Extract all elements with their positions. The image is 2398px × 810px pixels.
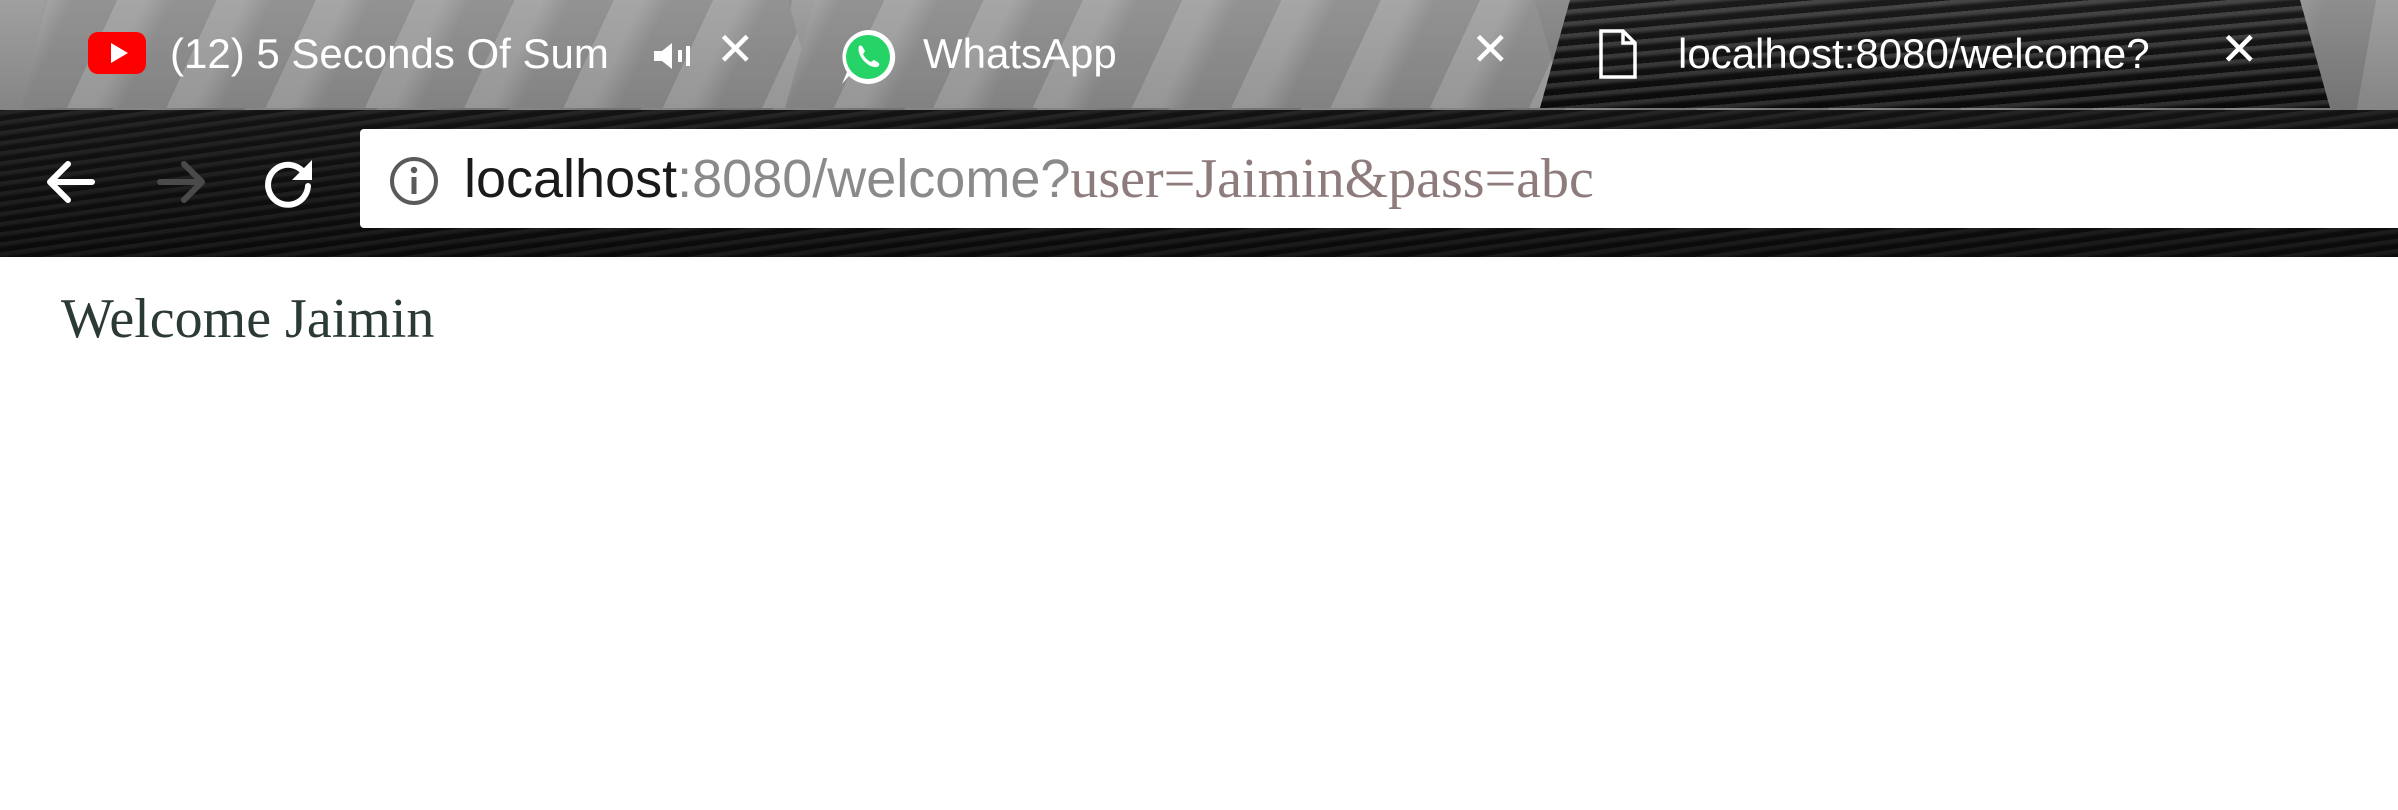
- url-text[interactable]: localhost:8080/welcome?user=Jaimin&pass=…: [464, 147, 1594, 211]
- whatsapp-icon: [837, 26, 899, 93]
- forward-arrow-icon[interactable]: [152, 152, 212, 212]
- youtube-icon: [88, 32, 146, 79]
- url-path: :8080/welcome?: [677, 149, 1071, 209]
- tab-close-localhost[interactable]: ✕: [2220, 24, 2259, 74]
- page-content: Welcome Jaimin: [0, 257, 2398, 810]
- tab-whatsapp[interactable]: WhatsApp ✕: [785, 0, 1565, 108]
- speaker-icon[interactable]: [652, 40, 696, 77]
- page-icon: [1598, 28, 1638, 85]
- reload-icon[interactable]: [258, 152, 318, 212]
- tab-title-youtube: (12) 5 Seconds Of Sum: [170, 30, 609, 77]
- info-icon[interactable]: [388, 155, 440, 212]
- welcome-message: Welcome Jaimin: [61, 288, 435, 350]
- url-query: user=Jaimin&pass=abc: [1070, 148, 1594, 210]
- browser-chrome: (12) 5 Seconds Of Sum ✕ WhatsApp ✕ local…: [0, 0, 2398, 257]
- tab-close-whatsapp[interactable]: ✕: [1471, 24, 1510, 74]
- tab-youtube[interactable]: (12) 5 Seconds Of Sum ✕: [18, 0, 818, 108]
- tab-close-youtube[interactable]: ✕: [716, 24, 755, 74]
- url-host: localhost: [464, 149, 678, 209]
- address-bar[interactable]: localhost:8080/welcome?user=Jaimin&pass=…: [360, 129, 2398, 228]
- toolbar: localhost:8080/welcome?user=Jaimin&pass=…: [0, 112, 2398, 257]
- tab-title-localhost: localhost:8080/welcome?: [1678, 30, 2150, 77]
- tab-strip: (12) 5 Seconds Of Sum ✕ WhatsApp ✕ local…: [0, 0, 2398, 110]
- back-arrow-icon[interactable]: [40, 152, 100, 212]
- tab-title-whatsapp: WhatsApp: [923, 30, 1117, 77]
- tab-localhost[interactable]: localhost:8080/welcome? ✕: [1540, 0, 2330, 108]
